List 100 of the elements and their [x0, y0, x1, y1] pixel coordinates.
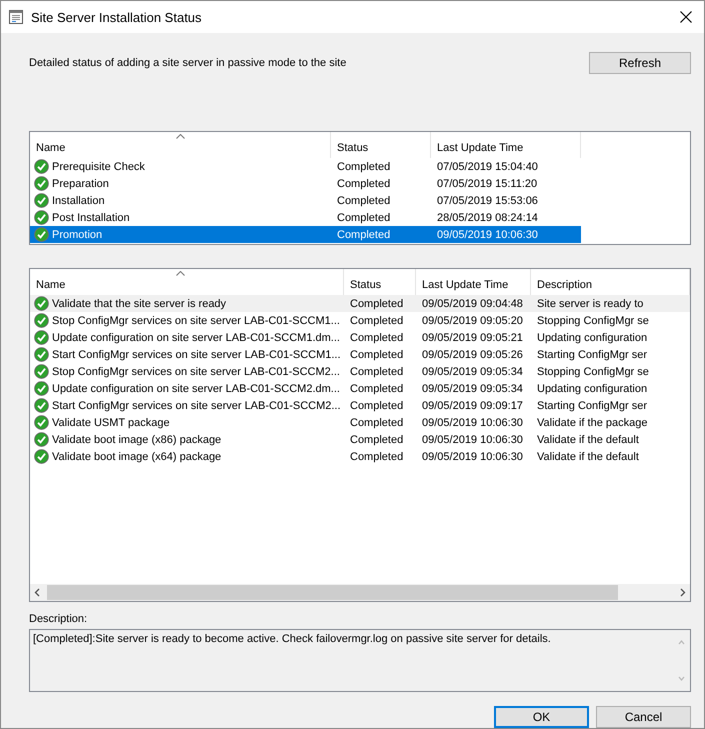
list-row[interactable]: Stop ConfigMgr services on site server LAB-C01-SCCM1... Completed 09/05/2019 09:05:20 Stopping ConfigMgr se [30, 312, 690, 329]
table-cell-text: Completed [349, 416, 404, 428]
row-name: Validate USMT package [52, 416, 170, 428]
row-name: Start ConfigMgr services on site server LAB-C01-SCCM2... [52, 400, 341, 412]
list-row[interactable]: Validate boot image (x64) package Completed 09/05/2019 10:06:30 Validate if the default [30, 448, 690, 465]
table-cell-text: Starting ConfigMgr ser [536, 400, 648, 412]
list-row[interactable]: Start ConfigMgr services on site server LAB-C01-SCCM1... Completed 09/05/2019 09:05:26 Starting ConfigMgr ser [30, 346, 690, 363]
intro-text: Detailed status of adding a site server in passive mode to the site [29, 57, 346, 69]
table-cell-text: Validate if the default [536, 434, 640, 446]
check-icon [34, 432, 49, 447]
list-window-icon [9, 10, 23, 24]
table-cell-text: 09/05/2019 10:06:30 [436, 228, 539, 240]
table-cell-text: 09/05/2019 10:06:30 [421, 434, 524, 446]
table-cell-text: Completed [349, 450, 404, 462]
table-cell-text: Updating configuration [536, 332, 648, 344]
row-name: Post Installation [52, 212, 130, 224]
check-icon [34, 176, 49, 191]
list-row[interactable]: Validate that the site server is ready Completed 09/05/2019 09:04:48 Site server is ready to [30, 295, 690, 312]
list-row[interactable]: Stop ConfigMgr services on site server LAB-C01-SCCM2... Completed 09/05/2019 09:05:34 Stopping ConfigMgr se [30, 363, 690, 380]
description-label: Description: [29, 613, 88, 625]
row-name: Promotion [52, 228, 102, 240]
check-icon [34, 227, 49, 242]
check-icon [34, 364, 49, 379]
check-icon [34, 415, 49, 430]
table-cell-text: Completed [349, 382, 404, 394]
table-cell-text: Completed [336, 178, 392, 190]
table-cell-text: Completed [349, 314, 404, 326]
row-name: Validate boot image (x64) package [52, 450, 222, 462]
check-icon [34, 296, 49, 311]
row-name: Prerequisite Check [52, 160, 145, 172]
check-icon [34, 381, 49, 396]
sort-caret-icon [176, 271, 185, 276]
refresh-button[interactable]: Refresh [589, 52, 691, 74]
table-cell-text: Site server is ready to [536, 298, 644, 310]
scroll-up-icon[interactable] [678, 638, 685, 647]
horizontal-scrollbar[interactable] [30, 584, 690, 601]
list-row[interactable]: Post Installation Completed 28/05/2019 08:24:14 [30, 209, 581, 226]
list-row[interactable]: Installation Completed 07/05/2019 15:53:06 [30, 192, 581, 209]
table-cell-text: 09/05/2019 09:05:34 [421, 382, 524, 394]
table-cell-text: Validate if the package [536, 416, 648, 428]
scroll-left-icon[interactable] [34, 588, 41, 597]
check-icon [34, 330, 49, 345]
description-text: [Completed]:Site server is ready to become active. Check failovermgr.log on passive site server for details. [32, 632, 552, 647]
list-row[interactable]: Update configuration on site server LAB-C01-SCCM1.dm... Completed 09/05/2019 09:05:21 Updating configuration [30, 329, 690, 346]
table-cell-text: 09/05/2019 10:06:30 [421, 450, 524, 462]
row-name: Update configuration on site server LAB-C01-SCCM1.dm... [52, 332, 340, 344]
table-cell-text: Completed [349, 366, 404, 378]
column-header[interactable]: Name [30, 132, 331, 158]
table-cell-text: 09/05/2019 09:05:20 [421, 314, 524, 326]
table-cell-text: Completed [349, 400, 404, 412]
list-row[interactable]: Prerequisite Check Completed 07/05/2019 15:04:40 [30, 158, 581, 175]
table-cell-text: 07/05/2019 15:04:40 [436, 160, 539, 172]
check-icon [34, 193, 49, 208]
row-name: Validate boot image (x86) package [52, 434, 222, 446]
row-name: Stop ConfigMgr services on site server LAB-C01-SCCM1... [52, 314, 340, 326]
check-icon [34, 398, 49, 413]
cancel-button[interactable]: Cancel [596, 706, 691, 728]
table-cell-text: Starting ConfigMgr ser [536, 348, 648, 360]
check-icon [34, 159, 49, 174]
check-icon [34, 347, 49, 362]
table-cell-text: Stopping ConfigMgr se [536, 366, 650, 378]
list-row[interactable]: Validate USMT package Completed 09/05/2019 10:06:30 Validate if the package [30, 414, 690, 431]
list-row[interactable]: Preparation Completed 07/05/2019 15:11:20 [30, 175, 581, 192]
list-row[interactable]: Promotion Completed 09/05/2019 10:06:30 [30, 226, 581, 243]
check-icon [34, 449, 49, 464]
row-name: Validate that the site server is ready [52, 298, 226, 310]
list-row[interactable]: Validate boot image (x86) package Completed 09/05/2019 10:06:30 Validate if the default [30, 431, 690, 448]
table-cell-text: 09/05/2019 09:05:34 [421, 366, 524, 378]
table-cell-text: Completed [336, 160, 392, 172]
list-row[interactable]: Start ConfigMgr services on site server LAB-C01-SCCM2... Completed 09/05/2019 09:09:17 Starting ConfigMgr ser [30, 397, 690, 414]
table-cell-text: Completed [349, 348, 404, 360]
close-icon[interactable] [680, 11, 692, 23]
table-cell-text: Updating configuration [536, 382, 648, 394]
table-cell-text: Completed [349, 298, 404, 310]
table-cell-text: 09/05/2019 09:04:48 [421, 298, 524, 310]
list-row[interactable]: Update configuration on site server LAB-C01-SCCM2.dm... Completed 09/05/2019 09:05:34 Updating configuration [30, 380, 690, 397]
row-name: Installation [52, 194, 105, 206]
window-title: Site Server Installation Status [31, 10, 203, 24]
check-icon [34, 210, 49, 225]
table-cell-text: Completed [349, 332, 404, 344]
table-cell-text: Completed [336, 228, 392, 240]
scroll-right-icon[interactable] [679, 588, 686, 597]
table-cell-text: 09/05/2019 09:09:17 [421, 400, 524, 412]
ok-button[interactable]: OK [494, 706, 589, 728]
table-cell-text: Stopping ConfigMgr se [536, 314, 650, 326]
column-header[interactable]: Status [331, 132, 431, 158]
row-name: Update configuration on site server LAB-C01-SCCM2.dm... [52, 382, 340, 394]
table-cell-text: Completed [349, 434, 404, 446]
row-name: Start ConfigMgr services on site server LAB-C01-SCCM1... [52, 348, 341, 360]
sort-caret-icon [176, 134, 185, 139]
table-cell-text: Completed [336, 212, 392, 224]
table-cell-text: 09/05/2019 10:06:30 [421, 416, 524, 428]
column-header[interactable]: Last Update Time [431, 132, 581, 158]
row-name: Stop ConfigMgr services on site server LAB-C01-SCCM2... [52, 366, 340, 378]
table-cell-text: 09/05/2019 09:05:21 [421, 332, 524, 344]
scroll-down-icon[interactable] [678, 674, 685, 683]
check-icon [34, 313, 49, 328]
scroll-thumb[interactable] [47, 585, 618, 600]
table-cell-text: 09/05/2019 09:05:26 [421, 348, 524, 360]
table-cell-text: 07/05/2019 15:11:20 [436, 178, 538, 190]
